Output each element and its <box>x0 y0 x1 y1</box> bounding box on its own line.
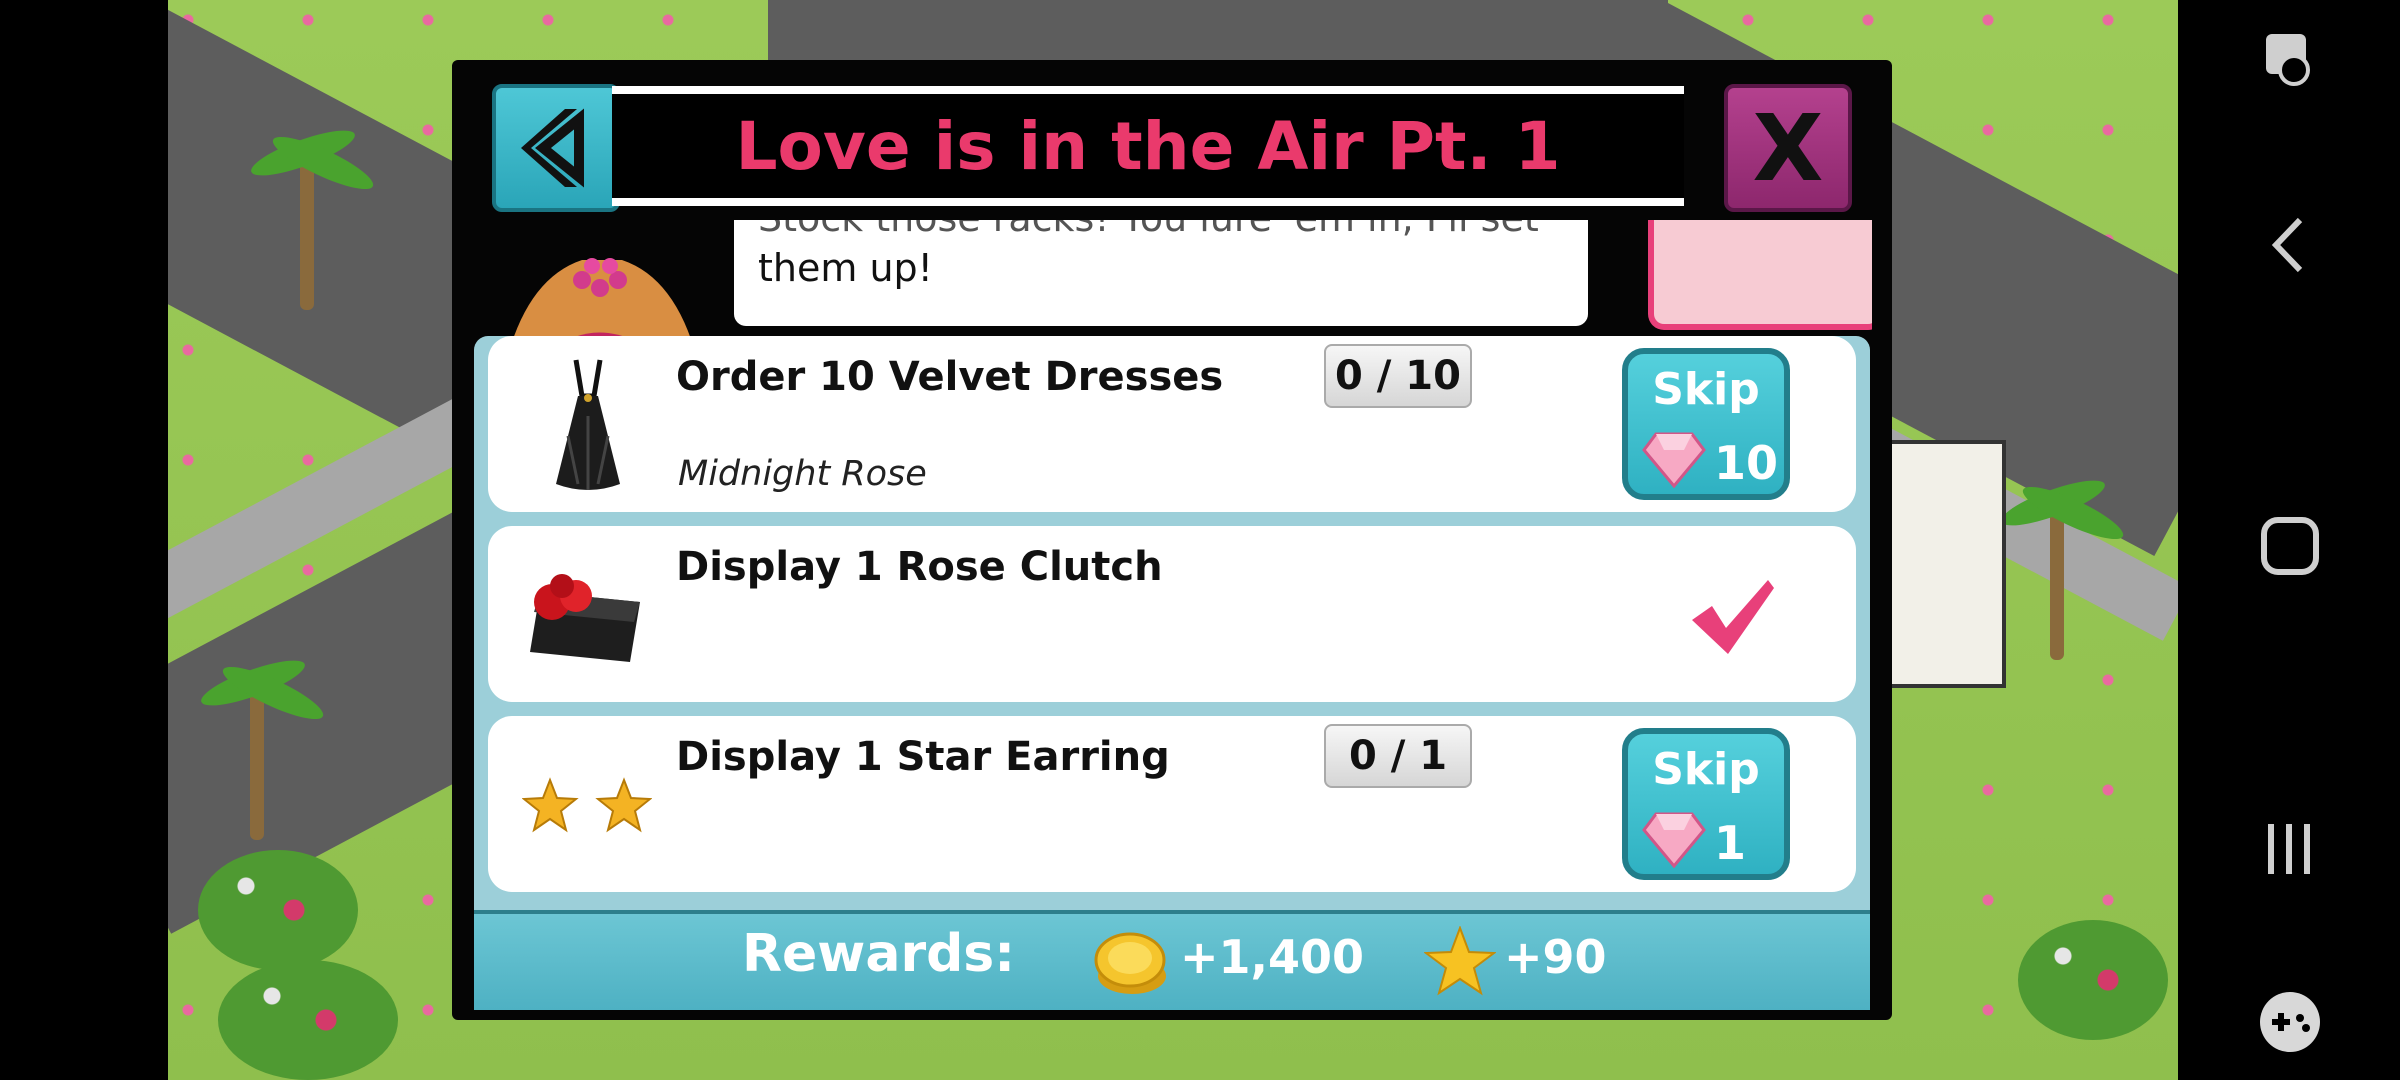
skip-label: Skip <box>1652 744 1760 795</box>
flower-bush <box>2018 920 2168 1040</box>
palm-tree <box>188 650 329 850</box>
speech-bubble: Stock those racks! You lure 'em in, I'll… <box>734 220 1588 326</box>
game-tools-icon[interactable] <box>2250 986 2330 1056</box>
task-progress: 0 / 1 <box>1324 724 1472 788</box>
close-icon: X <box>1752 94 1824 202</box>
home-icon[interactable] <box>2250 512 2330 582</box>
close-button[interactable]: X <box>1724 84 1852 212</box>
system-navigation-bar <box>2178 0 2400 1080</box>
quest-dialog: Love is in the Air Pt. 1 X Stock those r… <box>452 60 1892 1020</box>
chevron-left-icon <box>521 108 584 188</box>
title-bar: Love is in the Air Pt. 1 <box>612 86 1684 206</box>
skip-button[interactable]: Skip 1 <box>1622 728 1790 880</box>
back-button[interactable] <box>492 84 620 212</box>
star-earring-icon <box>522 777 652 833</box>
back-icon[interactable] <box>2250 210 2330 280</box>
rewards-bar: Rewards: +1,400 +90 <box>474 910 1870 1010</box>
shop-building <box>1888 440 2006 688</box>
black-dress-icon <box>556 359 620 490</box>
skip-button[interactable]: Skip 10 <box>1622 348 1790 500</box>
task-title: Display 1 Star Earring <box>676 734 1170 780</box>
flower-bush <box>218 960 398 1080</box>
screenshot-toggle-icon[interactable] <box>2250 26 2330 96</box>
flower-bush <box>198 850 358 970</box>
task-row: Display 1 Star Earring 0 / 1 Skip 1 <box>488 716 1856 892</box>
coins-reward: +1,400 <box>1180 930 1365 984</box>
gem-icon <box>1642 432 1706 488</box>
task-row: Display 1 Rose Clutch <box>488 526 1856 702</box>
character-action-panel <box>1648 220 1872 330</box>
page-title: Love is in the Air Pt. 1 <box>735 107 1561 185</box>
coin-icon <box>1094 932 1166 994</box>
palm-tree <box>1988 470 2129 670</box>
gem-icon <box>1642 812 1706 868</box>
task-title: Display 1 Rose Clutch <box>676 544 1163 590</box>
rewards-label: Rewards: <box>742 924 1016 984</box>
task-list: Order 10 Velvet Dresses Midnight Rose 0 … <box>474 336 1870 916</box>
rose-clutch-icon <box>530 574 640 662</box>
task-row: Order 10 Velvet Dresses Midnight Rose 0 … <box>488 336 1856 512</box>
task-subtitle: Midnight Rose <box>678 454 927 494</box>
recents-icon[interactable] <box>2250 814 2330 884</box>
skip-cost: 10 <box>1714 436 1779 490</box>
speech-bubble-hidden-text: Stock those racks! You lure 'em in, I'll… <box>758 220 1539 242</box>
task-title: Order 10 Velvet Dresses <box>676 354 1224 400</box>
star-icon <box>1424 926 1496 996</box>
task-progress: 0 / 10 <box>1324 344 1472 408</box>
stars-reward: +90 <box>1504 930 1607 984</box>
skip-label: Skip <box>1652 364 1760 415</box>
check-icon <box>1692 580 1774 654</box>
speech-bubble-text: them up! <box>758 246 933 290</box>
palm-tree <box>238 120 379 320</box>
skip-cost: 1 <box>1714 816 1747 870</box>
